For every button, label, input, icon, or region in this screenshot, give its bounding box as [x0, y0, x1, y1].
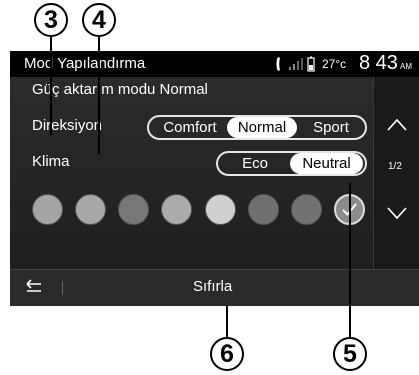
scroll-up-button[interactable] — [374, 107, 419, 143]
steering-option-sport[interactable]: Sport — [299, 117, 363, 138]
mode-config-panel: Güç aktarım modu Normal Direksiyon Comfo… — [10, 77, 373, 269]
color-swatch-4[interactable] — [161, 194, 192, 225]
color-swatch-5[interactable] — [205, 194, 236, 225]
callout-5-leader — [349, 183, 351, 337]
status-bar: Mod Yapılandırma 27°c 8 43 AM — [10, 51, 419, 77]
page-nav-sidebar: 1/2 — [373, 77, 419, 269]
steering-mode-selector: Comfort Normal Sport — [147, 115, 367, 140]
chevron-up-icon — [387, 118, 407, 131]
scroll-down-button[interactable] — [374, 195, 419, 231]
callout-6-leader — [226, 306, 228, 337]
clock-time: 8 43 — [359, 52, 398, 74]
steering-option-comfort[interactable]: Comfort — [153, 117, 227, 138]
screen-title: Mod Yapılandırma — [24, 55, 146, 72]
color-swatch-3[interactable] — [118, 194, 149, 225]
color-swatch-6[interactable] — [248, 194, 279, 225]
climate-option-eco[interactable]: Eco — [222, 153, 288, 174]
callout-3: 3 — [34, 3, 68, 37]
callout-6: 6 — [210, 337, 244, 371]
color-swatch-7[interactable] — [291, 194, 322, 225]
callout-4: 4 — [82, 3, 116, 37]
callout-5: 5 — [333, 337, 367, 371]
steering-option-normal[interactable]: Normal — [227, 117, 297, 138]
signal-icon — [288, 57, 304, 71]
chevron-down-icon — [387, 207, 407, 220]
reset-button[interactable]: Sıfırla — [193, 278, 232, 295]
back-button[interactable] — [14, 273, 54, 303]
callout-3-leader — [50, 37, 52, 135]
bottom-bar: Sıfırla — [10, 269, 419, 306]
head-unit-screen: Mod Yapılandırma 27°c 8 43 AM Güç aktarı… — [10, 51, 419, 306]
battery-icon — [307, 56, 315, 72]
bottom-divider — [62, 281, 63, 295]
callout-4-leader — [98, 37, 100, 154]
climate-option-neutral[interactable]: Neutral — [290, 153, 363, 174]
back-arrow-icon — [26, 279, 41, 292]
powertrain-mode-text: Güç aktarım modu Normal — [32, 81, 208, 98]
color-swatch-2[interactable] — [75, 194, 106, 225]
clock-ampm: AM — [400, 62, 412, 71]
steering-label: Direksiyon — [32, 117, 103, 134]
page-indicator: 1/2 — [388, 161, 402, 172]
climate-label: Klima — [32, 153, 70, 170]
color-swatch-1[interactable] — [32, 194, 63, 225]
temperature: 27°c — [322, 57, 347, 71]
phone-icon — [275, 56, 287, 72]
climate-mode-selector: Eco Neutral — [216, 151, 367, 176]
